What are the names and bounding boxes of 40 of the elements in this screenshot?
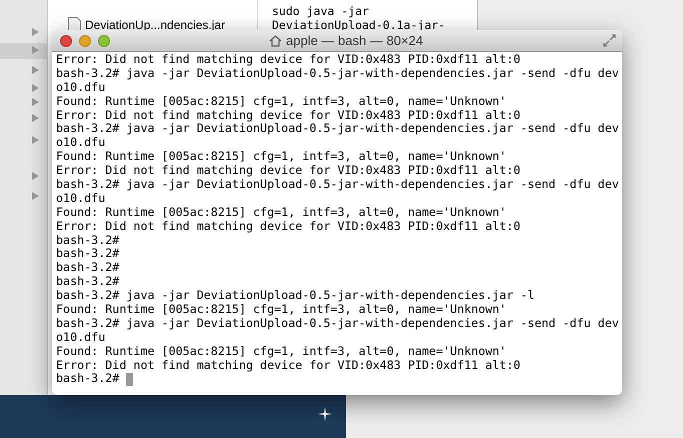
terminal-line: bash-3.2# [56,234,120,248]
disclosure-triangle-icon[interactable] [32,46,39,54]
terminal-line: bash-3.2# java -jar DeviationUpload-0.5-jar-with-dependencies.jar -send -dfu dev [56,178,619,192]
disclosure-triangle-icon[interactable] [32,172,39,180]
terminal-line: Found: Runtime [005ac:8215] cfg=1, intf=3, alt=0, name='Unknown' [56,150,506,164]
disclosure-triangle-icon[interactable] [32,66,39,74]
terminal-line: Error: Did not find matching device for VID:0x483 PID:0xdf11 alt:0 [56,108,520,122]
terminal-line: bash-3.2# java -jar DeviationUpload-0.5-jar-with-dependencies.jar -l [56,289,534,304]
terminal-line: Found: Runtime [005ac:8215] cfg=1, intf=3, alt=0, name='Unknown' [56,344,506,359]
terminal-line: Found: Runtime [005ac:8215] cfg=1, intf=3, alt=0, name='Unknown' [56,94,506,109]
window-title: apple — bash — 80×24 [286,32,423,50]
terminal-line: o10.dfu [56,330,106,345]
terminal-line: Found: Runtime [005ac:8215] cfg=1, intf=3, alt=0, name='Unknown' [56,303,506,317]
terminal-line: o10.dfu [56,192,106,206]
home-icon [269,34,282,46]
fullscreen-icon[interactable] [603,34,616,47]
terminal-line: bash-3.2# [56,372,120,386]
minimize-button[interactable] [79,34,91,46]
file-name[interactable]: DeviationUp...ndencies.jar [85,17,226,33]
terminal-line: Error: Did not find matching device for VID:0x483 PID:0xdf11 alt:0 [56,358,520,372]
terminal-line: Error: Did not find matching device for VID:0x483 PID:0xdf11 alt:0 [56,53,520,67]
terminal-line: Found: Runtime [005ac:8215] cfg=1, intf=3, alt=0, name='Unknown' [56,206,506,220]
terminal-line: bash-3.2# [56,247,120,262]
terminal-line: Error: Did not find matching device for VID:0x483 PID:0xdf11 alt:0 [56,220,520,234]
terminal-line: bash-3.2# [56,275,120,290]
terminal-line: bash-3.2# java -jar DeviationUpload-0.5-jar-with-dependencies.jar -send -dfu dev [56,66,619,81]
preview-text-line: DeviationUpload-0.1a-jar- [272,18,446,32]
terminal-line: o10.dfu [56,136,106,150]
preview-text-line: sudo java -jar [272,4,370,18]
disclosure-triangle-icon[interactable] [32,28,39,36]
terminal-line: bash-3.2# [56,261,120,276]
zoom-button[interactable] [98,34,110,46]
terminal-line: o10.dfu [56,80,106,95]
terminal-line: Error: Did not find matching device for VID:0x483 PID:0xdf11 alt:0 [56,164,520,178]
close-button[interactable] [60,34,72,46]
terminal-line: bash-3.2# java -jar DeviationUpload-0.5-jar-with-dependencies.jar -send -dfu dev [56,316,619,331]
disclosure-triangle-icon[interactable] [32,192,39,200]
star-icon [318,407,332,421]
disclosure-triangle-icon[interactable] [32,136,39,144]
terminal-line: bash-3.2# java -jar DeviationUpload-0.5-jar-with-dependencies.jar -send -dfu dev [56,122,619,136]
